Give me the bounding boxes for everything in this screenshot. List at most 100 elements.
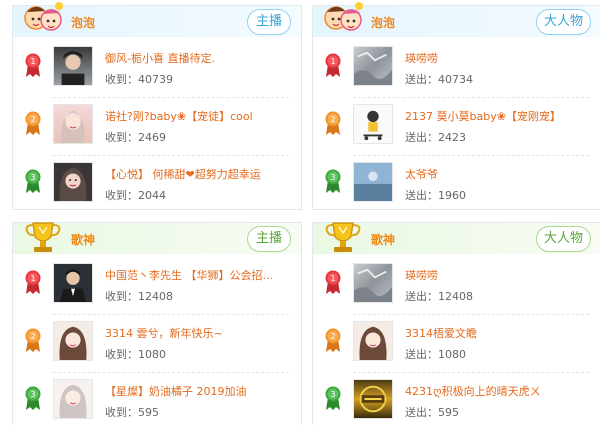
user-name[interactable]: 太爷爷 xyxy=(405,166,590,182)
received-count: 收到：2469 xyxy=(105,129,166,145)
list-item[interactable]: 1 瑛唠唠 送出：40734 xyxy=(313,40,600,98)
list-item[interactable]: 2 3314 雲兮，新年快乐~ 收到：1080 xyxy=(13,315,301,373)
svg-text:1: 1 xyxy=(330,57,335,66)
received-value: 595 xyxy=(138,406,159,419)
panel-header: 歌神 主播 xyxy=(13,222,301,254)
user-name[interactable]: 御风-栀小喜 直播待定. xyxy=(105,50,290,66)
avatar[interactable] xyxy=(353,162,393,202)
rank-3-medal-icon: 3 xyxy=(25,169,41,193)
received-label: 收到： xyxy=(105,290,138,303)
sent-count: 送出：1960 xyxy=(405,187,466,203)
user-name[interactable]: 4231ღ积极向上的晴天虎ㄨ xyxy=(405,383,590,399)
received-value: 12408 xyxy=(138,290,173,303)
sent-label: 送出： xyxy=(405,131,438,144)
rank-1-medal-icon: 1 xyxy=(325,270,341,294)
avatar[interactable] xyxy=(53,46,93,86)
sent-label: 送出： xyxy=(405,189,438,202)
tab-host[interactable]: 主播 xyxy=(247,226,291,252)
sent-value: 1080 xyxy=(438,348,466,361)
avatar[interactable] xyxy=(53,162,93,202)
rank-2-medal-icon: 2 xyxy=(325,111,341,135)
svg-text:2: 2 xyxy=(30,332,35,341)
user-name[interactable]: 诺社?刚?baby❀【宠徒】cool xyxy=(105,108,290,124)
tab-vip[interactable]: 大人物 xyxy=(535,9,591,35)
panel-header: 歌神 大人物 xyxy=(313,222,600,254)
user-name[interactable]: 2137 莫小莫baby❀【宠刚宠】 xyxy=(405,108,590,124)
received-count: 收到：1080 xyxy=(105,346,166,362)
user-name[interactable]: 【星燦】奶油橘子 2019加油 xyxy=(105,383,290,399)
panel-title: 泡泡 xyxy=(371,16,396,30)
received-label: 收到： xyxy=(105,131,138,144)
svg-text:2: 2 xyxy=(30,115,35,124)
avatar[interactable] xyxy=(353,379,393,419)
received-count: 收到：40739 xyxy=(105,71,173,87)
avatar[interactable] xyxy=(353,263,393,303)
tab-vip[interactable]: 大人物 xyxy=(535,226,591,252)
list-item[interactable]: 3 4231ღ积极向上的晴天虎ㄨ 送出：595 xyxy=(313,373,600,425)
received-value: 40739 xyxy=(138,73,173,86)
rank-3-medal-icon: 3 xyxy=(25,386,41,410)
sent-value: 40734 xyxy=(438,73,473,86)
svg-text:3: 3 xyxy=(330,173,335,182)
avatar[interactable] xyxy=(53,379,93,419)
kids-mascot-icon xyxy=(24,2,63,31)
user-name[interactable]: 瑛唠唠 xyxy=(405,50,590,66)
sent-count: 送出：40734 xyxy=(405,71,473,87)
sent-count: 送出：1080 xyxy=(405,346,466,362)
panel-title: 泡泡 xyxy=(71,16,96,30)
svg-text:3: 3 xyxy=(30,390,35,399)
avatar[interactable] xyxy=(353,104,393,144)
svg-text:1: 1 xyxy=(330,274,335,283)
rank-3-medal-icon: 3 xyxy=(325,169,341,193)
user-name[interactable]: 中国范丶李先生 【华狮】公会招... xyxy=(105,267,290,283)
avatar[interactable] xyxy=(53,104,93,144)
sent-label: 送出： xyxy=(405,348,438,361)
svg-text:3: 3 xyxy=(330,390,335,399)
svg-text:2: 2 xyxy=(330,115,335,124)
svg-text:1: 1 xyxy=(30,274,35,283)
sent-count: 送出：12408 xyxy=(405,288,473,304)
list-item[interactable]: 2 2137 莫小莫baby❀【宠刚宠】 送出：2423 xyxy=(313,98,600,156)
list-item[interactable]: 3 【星燦】奶油橘子 2019加油 收到：595 xyxy=(13,373,301,425)
user-name[interactable]: 瑛唠唠 xyxy=(405,267,590,283)
rank-2-medal-icon: 2 xyxy=(25,328,41,352)
received-value: 2044 xyxy=(138,189,166,202)
tab-host[interactable]: 主播 xyxy=(247,9,291,35)
list-item[interactable]: 3 太爷爷 送出：1960 xyxy=(313,156,600,214)
trophy-icon xyxy=(25,222,61,252)
rank-2-medal-icon: 2 xyxy=(25,111,41,135)
user-name[interactable]: 【心悦】 何稀甜❤超努力超幸运 xyxy=(105,166,290,182)
list-item[interactable]: 1 御风-栀小喜 直播待定. 收到：40739 xyxy=(13,40,301,98)
avatar[interactable] xyxy=(53,263,93,303)
svg-text:1: 1 xyxy=(30,57,35,66)
avatar[interactable] xyxy=(353,46,393,86)
ranking-panel-singer-host: 歌神 主播 1 中国范丶李先生 【华狮】公会招... 收到：12408 2 33… xyxy=(12,222,302,425)
sent-value: 595 xyxy=(438,406,459,419)
rank-3-medal-icon: 3 xyxy=(325,386,341,410)
avatar[interactable] xyxy=(353,321,393,361)
panel-title: 歌神 xyxy=(71,233,96,247)
ranking-panel-singer-vip: 歌神 大人物 1 瑛唠唠 送出：12408 2 3314梧爱文瞻 送出：1080… xyxy=(312,222,600,425)
rank-1-medal-icon: 1 xyxy=(25,270,41,294)
user-name[interactable]: 3314 雲兮，新年快乐~ xyxy=(105,325,290,341)
list-item[interactable]: 1 中国范丶李先生 【华狮】公会招... 收到：12408 xyxy=(13,257,301,315)
sent-label: 送出： xyxy=(405,406,438,419)
received-label: 收到： xyxy=(105,189,138,202)
ranking-panel-paopao-vip: 泡泡 大人物 1 瑛唠唠 送出：40734 2 2137 莫小莫baby❀【宠刚… xyxy=(312,2,600,210)
rank-1-medal-icon: 1 xyxy=(325,53,341,77)
list-item[interactable]: 1 瑛唠唠 送出：12408 xyxy=(313,257,600,315)
list-item[interactable]: 2 诺社?刚?baby❀【宠徒】cool 收到：2469 xyxy=(13,98,301,156)
sent-value: 2423 xyxy=(438,131,466,144)
trophy-icon xyxy=(325,222,361,252)
ranking-panel-paopao-host: 泡泡 主播 1 御风-栀小喜 直播待定. 收到：40739 2 诺社?刚?bab… xyxy=(12,2,302,210)
list-item[interactable]: 3 【心悦】 何稀甜❤超努力超幸运 收到：2044 xyxy=(13,156,301,214)
avatar[interactable] xyxy=(53,321,93,361)
received-value: 1080 xyxy=(138,348,166,361)
rank-1-medal-icon: 1 xyxy=(25,53,41,77)
list-item[interactable]: 2 3314梧爱文瞻 送出：1080 xyxy=(313,315,600,373)
received-label: 收到： xyxy=(105,73,138,86)
received-label: 收到： xyxy=(105,406,138,419)
sent-count: 送出：595 xyxy=(405,404,459,420)
user-name[interactable]: 3314梧爱文瞻 xyxy=(405,325,590,341)
sent-count: 送出：2423 xyxy=(405,129,466,145)
